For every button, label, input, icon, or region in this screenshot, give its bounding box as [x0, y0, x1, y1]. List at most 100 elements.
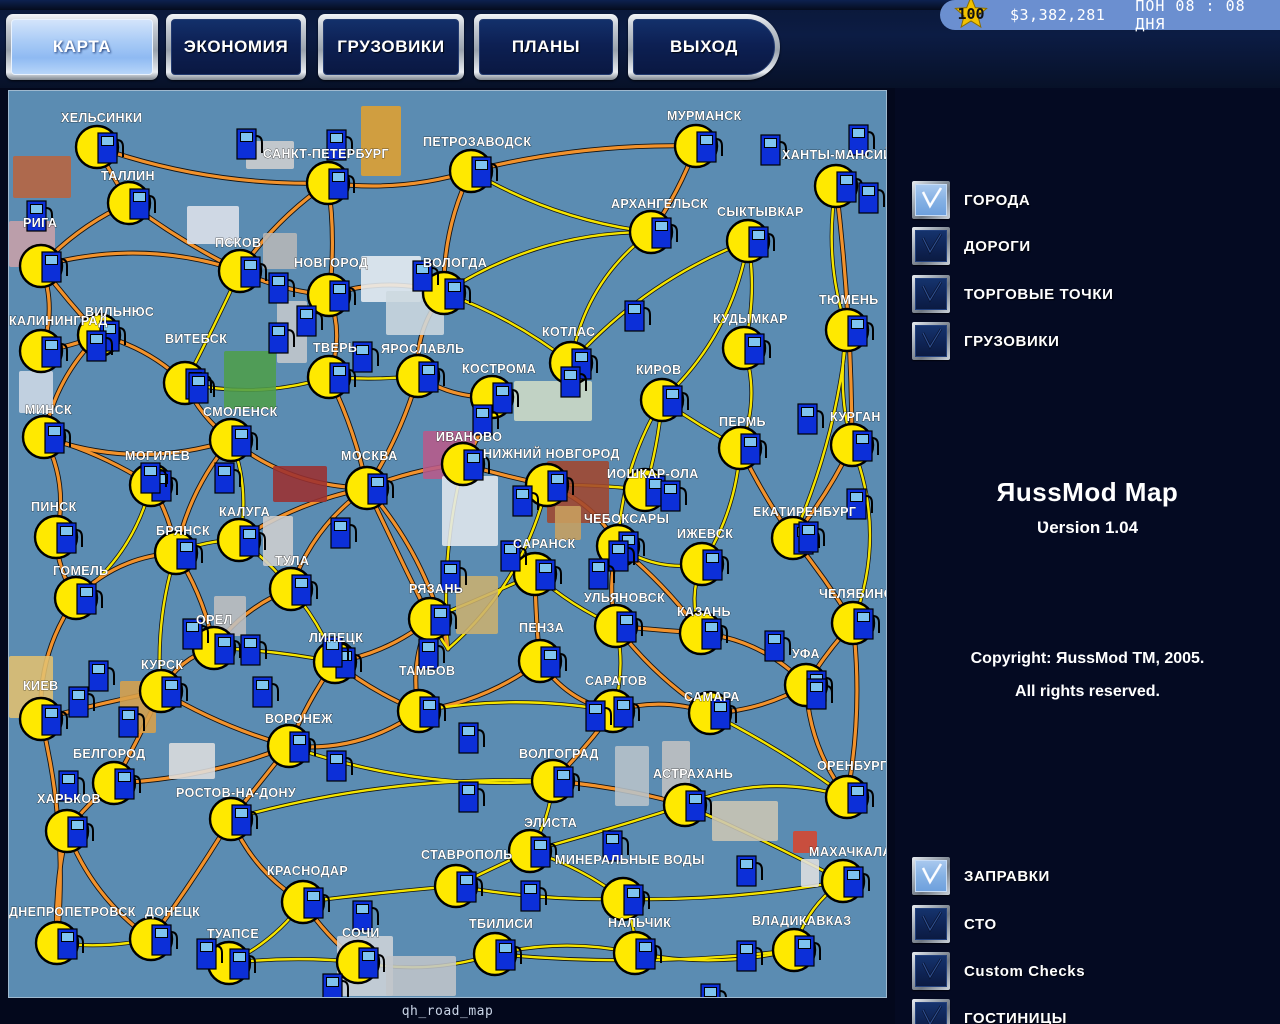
- city-label: БЕЛГОРОД: [73, 747, 146, 761]
- fuel-station-icon[interactable]: [231, 804, 258, 836]
- fuel-station-icon[interactable]: [291, 574, 318, 606]
- city-label: АСТРАХАНЬ: [653, 767, 733, 781]
- fuel-station-icon[interactable]: [41, 251, 68, 283]
- status-bar: 100 $3,382,281 ПОН 08 : 08 ДНЯ: [940, 0, 1280, 33]
- fuel-station-icon[interactable]: [458, 781, 485, 813]
- layer-toggle-top-4[interactable]: ГРУЗОВИКИ: [912, 322, 1059, 360]
- fuel-station-icon[interactable]: [798, 521, 825, 553]
- nav-button-4[interactable]: ПЛАНЫ: [474, 14, 618, 80]
- nav-button-3[interactable]: ГРУЗОВИКИ: [318, 14, 464, 80]
- fuel-station-icon[interactable]: [229, 948, 256, 980]
- checkbox[interactable]: [912, 275, 950, 313]
- fuel-station-icon[interactable]: [303, 887, 330, 919]
- fuel-station-icon[interactable]: [419, 696, 446, 728]
- checkbox[interactable]: [912, 181, 950, 219]
- layer-toggle-label: ЗАПРАВКИ: [964, 867, 1050, 885]
- fuel-station-icon[interactable]: [239, 525, 266, 557]
- checkbox[interactable]: [912, 857, 950, 895]
- fuel-station-icon[interactable]: [736, 855, 763, 887]
- fuel-station-icon[interactable]: [56, 522, 83, 554]
- nav-button-2[interactable]: ЭКОНОМИЯ: [166, 14, 306, 80]
- city-label: СОЧИ: [342, 926, 380, 940]
- fuel-station-icon[interactable]: [231, 425, 258, 457]
- fuel-station-icon[interactable]: [458, 722, 485, 754]
- fuel-station-icon[interactable]: [858, 182, 885, 214]
- layer-toggle-bottom-1[interactable]: ЗАПРАВКИ: [912, 857, 1050, 895]
- fuel-station-icon[interactable]: [88, 660, 115, 692]
- money-value: $3,382,281: [1010, 6, 1106, 24]
- city-label: ХАРЬКОВ: [37, 792, 101, 806]
- fuel-station-icon[interactable]: [67, 816, 94, 848]
- checkbox[interactable]: [912, 227, 950, 265]
- fuel-station-icon[interactable]: [252, 676, 279, 708]
- city-label: БРЯНСК: [156, 524, 210, 538]
- city-label: ТАЛЛИН: [101, 169, 155, 183]
- road-secondary: [301, 884, 458, 904]
- checkmark-icon: [921, 1005, 943, 1024]
- map-canvas[interactable]: ХЕЛЬСИНКИ ТАЛЛИН РИГА САНКТ-ПЕТЕРБУРГ ПЕТРОЗ…: [8, 90, 887, 998]
- fuel-station-icon[interactable]: [660, 480, 687, 512]
- fuel-station-icon[interactable]: [843, 866, 870, 898]
- road-outline: [569, 239, 750, 365]
- nav-button-5[interactable]: ВЫХОД: [628, 14, 780, 80]
- fuel-station-icon[interactable]: [662, 385, 689, 417]
- fuel-station-icon[interactable]: [847, 782, 874, 814]
- fuel-station-icon[interactable]: [794, 935, 821, 967]
- fuel-station-icon[interactable]: [744, 333, 771, 365]
- fuel-station-icon[interactable]: [329, 280, 356, 312]
- fuel-station-icon[interactable]: [696, 131, 723, 163]
- fuel-station-icon[interactable]: [624, 300, 651, 332]
- fuel-station-icon[interactable]: [806, 678, 833, 710]
- layer-toggle-top-3[interactable]: ТОРГОВЫЕ ТОЧКИ: [912, 275, 1113, 313]
- nav-button-1[interactable]: КАРТА: [6, 14, 158, 80]
- fuel-station-icon[interactable]: [530, 836, 557, 868]
- city-label: КУДЫМКАР: [713, 312, 788, 326]
- fuel-station-icon[interactable]: [214, 462, 241, 494]
- city-label: КАЛУГА: [219, 505, 270, 519]
- city-label: КУРГАН: [830, 410, 881, 424]
- fuel-station-icon[interactable]: [326, 750, 353, 782]
- fuel-station-icon[interactable]: [701, 618, 728, 650]
- fuel-station-icon[interactable]: [41, 704, 68, 736]
- fuel-station-icon[interactable]: [852, 430, 879, 462]
- fuel-station-icon[interactable]: [613, 696, 640, 728]
- checkbox[interactable]: [912, 952, 950, 990]
- fuel-station-icon[interactable]: [44, 422, 71, 454]
- checkbox[interactable]: [912, 905, 950, 943]
- city-label: НОВГОРОД: [294, 256, 368, 270]
- game-window: КАРТА ЭКОНОМИЯ ГРУЗОВИКИ ПЛАНЫ ВЫХОД 100 $3,…: [0, 0, 1280, 1024]
- fuel-station-icon[interactable]: [97, 132, 124, 164]
- fuel-station-icon[interactable]: [444, 278, 471, 310]
- layer-toggle-bottom-4[interactable]: ГОСТИНИЦЫ: [912, 999, 1067, 1024]
- fuel-station-icon[interactable]: [748, 226, 775, 258]
- fuel-station-icon[interactable]: [700, 983, 727, 997]
- checkmark-icon: [921, 187, 943, 209]
- fuel-station-icon[interactable]: [330, 517, 357, 549]
- fuel-station-icon[interactable]: [797, 403, 824, 435]
- fuel-station-icon[interactable]: [764, 630, 791, 662]
- layer-toggle-bottom-2[interactable]: СТО: [912, 905, 997, 943]
- checkbox[interactable]: [912, 999, 950, 1024]
- fuel-station-icon[interactable]: [540, 646, 567, 678]
- layer-toggle-label: СТО: [964, 915, 997, 933]
- checkbox[interactable]: [912, 322, 950, 360]
- fuel-station-icon[interactable]: [836, 171, 863, 203]
- road-secondary: [569, 239, 750, 365]
- fuel-station-icon[interactable]: [535, 559, 562, 591]
- fuel-station-icon[interactable]: [76, 583, 103, 615]
- layer-toggle-bottom-3[interactable]: Custom Checks: [912, 952, 1085, 990]
- city-label: ИЖЕВСК: [677, 527, 733, 541]
- fuel-station-icon[interactable]: [853, 608, 880, 640]
- fuel-station-icon[interactable]: [635, 938, 662, 970]
- fuel-station-icon[interactable]: [651, 217, 678, 249]
- fuel-station-icon[interactable]: [847, 315, 874, 347]
- fuel-station-icon[interactable]: [151, 924, 178, 956]
- checkbox-face: [915, 184, 947, 216]
- fuel-station-icon[interactable]: [740, 433, 767, 465]
- layer-toggle-top-1[interactable]: ГОРОДА: [912, 181, 1030, 219]
- fuel-station-icon[interactable]: [702, 549, 729, 581]
- layer-toggle-top-2[interactable]: ДОРОГИ: [912, 227, 1031, 265]
- fuel-station-icon[interactable]: [129, 188, 156, 220]
- city-label: КОСТРОМА: [462, 362, 536, 376]
- fuel-station-icon[interactable]: [41, 336, 68, 368]
